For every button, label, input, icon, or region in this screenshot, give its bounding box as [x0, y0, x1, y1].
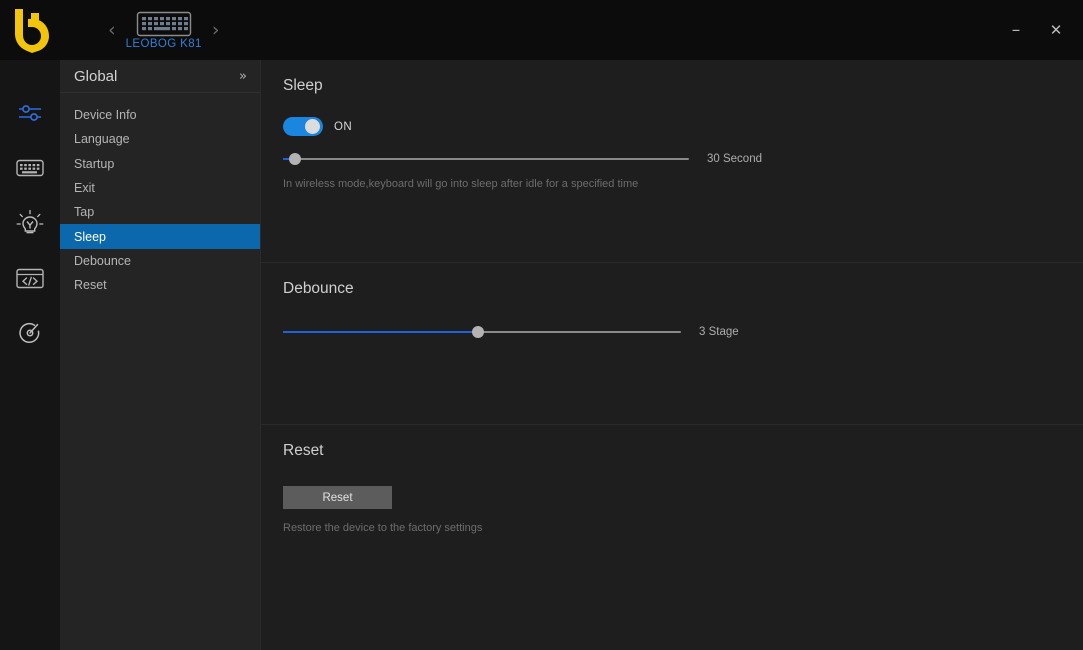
- debounce-slider-row: 3 Stage: [283, 324, 1083, 340]
- window-controls: – ✕: [1005, 0, 1067, 60]
- menu-item-label: Sleep: [74, 229, 106, 244]
- sleep-section: Sleep ON 30 Second In wireless mode,keyb…: [261, 60, 1083, 262]
- menu-list: Device Info Language Startup Exit Tap Sl…: [60, 93, 260, 297]
- code-icon: [16, 268, 44, 288]
- slider-thumb[interactable]: [472, 326, 485, 338]
- icon-rail: [0, 60, 60, 650]
- sleep-slider[interactable]: [283, 151, 689, 167]
- menu-item-label: Exit: [74, 181, 95, 196]
- reset-section: Reset Reset Restore the device to the fa…: [261, 424, 1083, 650]
- lightbulb-icon: [16, 209, 44, 234]
- debounce-section-title: Debounce: [283, 280, 354, 297]
- leobog-logo-icon: [15, 9, 49, 53]
- menu-header: Global »: [60, 60, 260, 93]
- device-prev-arrow[interactable]: ‹: [106, 20, 118, 40]
- global-menu-panel: Global » Device Info Language Startup Ex…: [60, 60, 260, 650]
- slider-fill: [283, 331, 479, 333]
- current-device[interactable]: LEOBOG K81: [126, 11, 202, 50]
- menu-item-language[interactable]: Language: [60, 127, 260, 151]
- menu-item-reset[interactable]: Reset: [60, 273, 260, 297]
- app-window: ‹ LEOBOG K81 › – ✕ Global » Device Info …: [0, 0, 1083, 650]
- menu-item-label: Device Info: [74, 108, 137, 123]
- chevron-double-right-icon[interactable]: »: [239, 70, 247, 83]
- rail-item-settings[interactable]: [7, 96, 53, 130]
- reset-button[interactable]: Reset: [283, 486, 392, 509]
- menu-item-device-info[interactable]: Device Info: [60, 103, 260, 127]
- menu-title: Global: [74, 67, 118, 85]
- keyboard-icon: [16, 159, 44, 177]
- rail-item-lighting[interactable]: [7, 206, 53, 240]
- menu-item-label: Startup: [74, 156, 115, 171]
- gauge-icon: [19, 322, 40, 343]
- debounce-slider[interactable]: [283, 324, 681, 340]
- device-name-label: LEOBOG K81: [125, 37, 202, 50]
- reset-hint: Restore the device to the factory settin…: [283, 522, 483, 534]
- device-next-arrow[interactable]: ›: [210, 20, 222, 40]
- menu-item-label: Reset: [74, 278, 107, 293]
- close-button[interactable]: ✕: [1045, 19, 1067, 41]
- sleep-toggle-row: ON: [283, 117, 1083, 136]
- debounce-section: Debounce 3 Stage: [261, 262, 1083, 424]
- sleep-slider-value: 30 Second: [707, 153, 762, 165]
- sleep-toggle[interactable]: [283, 117, 323, 136]
- menu-item-label: Language: [74, 132, 130, 147]
- slider-thumb[interactable]: [289, 153, 302, 165]
- sleep-hint: In wireless mode,keyboard will go into s…: [283, 178, 639, 190]
- title-bar: ‹ LEOBOG K81 › – ✕: [0, 0, 1083, 60]
- menu-item-label: Debounce: [74, 253, 131, 268]
- menu-item-tap[interactable]: Tap: [60, 200, 260, 224]
- menu-item-label: Tap: [74, 205, 95, 220]
- debounce-slider-value: 3 Stage: [699, 326, 739, 338]
- menu-item-debounce[interactable]: Debounce: [60, 249, 260, 273]
- reset-section-title: Reset: [283, 442, 324, 459]
- app-logo: [0, 0, 60, 60]
- keyboard-icon: [136, 11, 191, 36]
- rail-item-macro[interactable]: [7, 261, 53, 295]
- toggle-knob: [305, 119, 320, 134]
- sleep-slider-row: 30 Second: [283, 151, 1083, 167]
- menu-item-exit[interactable]: Exit: [60, 176, 260, 200]
- rail-item-performance[interactable]: [7, 316, 53, 350]
- slider-track: [283, 158, 689, 160]
- minimize-button[interactable]: –: [1005, 19, 1027, 41]
- device-selector[interactable]: ‹ LEOBOG K81 ›: [106, 0, 221, 60]
- sliders-icon: [19, 105, 41, 121]
- rail-item-keyboard[interactable]: [7, 151, 53, 185]
- sleep-toggle-label: ON: [334, 120, 353, 133]
- main-content: Sleep ON 30 Second In wireless mode,keyb…: [260, 60, 1083, 650]
- menu-item-sleep[interactable]: Sleep: [60, 224, 260, 249]
- menu-item-startup[interactable]: Startup: [60, 152, 260, 176]
- sleep-section-title: Sleep: [283, 77, 323, 94]
